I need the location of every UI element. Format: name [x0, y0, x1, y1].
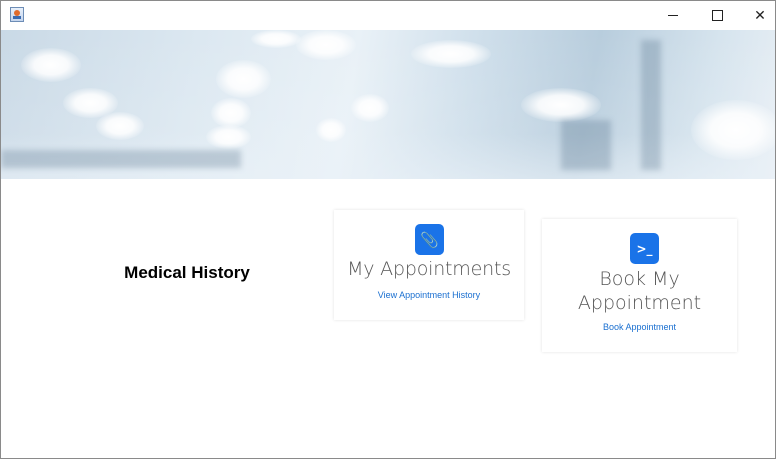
book-appointment-link[interactable]: Book Appointment	[542, 322, 737, 332]
my-appointments-title: My Appointments	[347, 258, 511, 280]
my-appointments-card[interactable]: 📎 My Appointments View Appointment Histo…	[334, 210, 524, 320]
title-bar[interactable]: ✕	[1, 1, 775, 30]
maximize-button[interactable]	[695, 1, 739, 30]
medical-history-heading: Medical History	[124, 263, 250, 282]
app-window: ✕ Medical History 📎 My Appointments View…	[0, 0, 776, 459]
book-title-line-2: Appointment	[577, 292, 702, 314]
paperclip-icon: 📎	[415, 224, 444, 255]
minimize-icon	[668, 15, 678, 16]
terminal-icon: >_	[630, 233, 659, 264]
book-appointment-title: Book My Appointment	[542, 267, 737, 315]
view-appointment-history-link[interactable]: View Appointment History	[334, 290, 524, 300]
maximize-icon	[711, 10, 723, 21]
header-banner-image	[1, 30, 775, 179]
close-icon: ✕	[754, 7, 766, 24]
book-title-line-1: Book My	[599, 268, 680, 290]
java-app-icon	[10, 7, 24, 22]
close-button[interactable]: ✕	[738, 1, 775, 30]
book-appointment-card[interactable]: >_ Book My Appointment Book Appointment	[542, 219, 737, 352]
minimize-button[interactable]	[651, 1, 695, 30]
